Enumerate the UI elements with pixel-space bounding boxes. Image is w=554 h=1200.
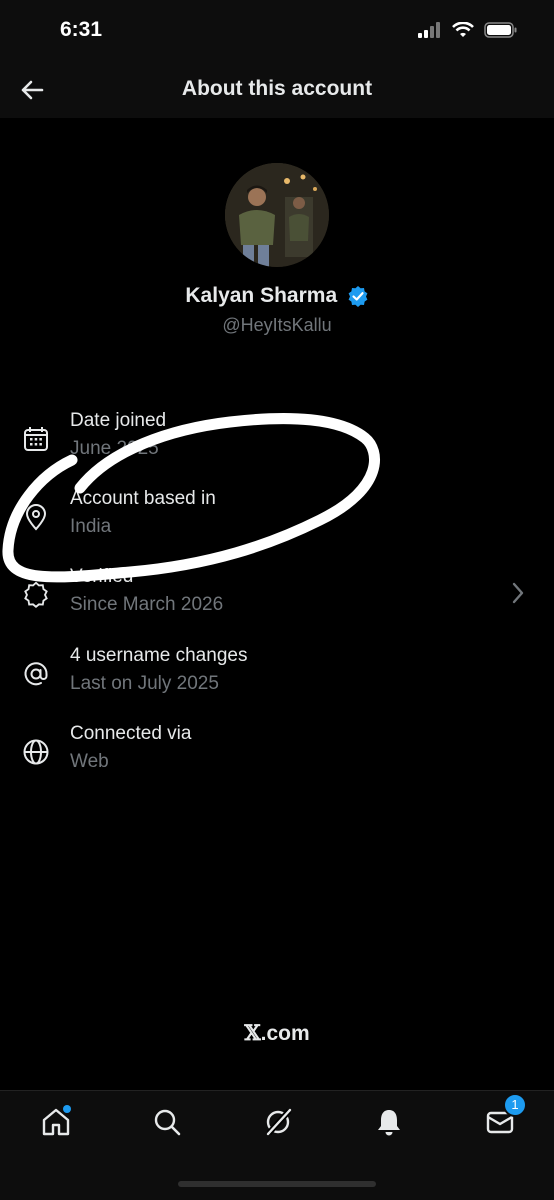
display-name: Kalyan Sharma xyxy=(185,284,338,307)
calendar-icon xyxy=(24,427,48,451)
wifi-icon xyxy=(452,22,474,37)
at-icon xyxy=(24,662,48,686)
status-time: 6:31 xyxy=(60,18,103,41)
chevron-right-icon xyxy=(512,582,524,604)
row-value: June 2025 xyxy=(70,438,159,459)
x-logo-suffix: .com xyxy=(260,1022,310,1045)
status-bar: 6:31 xyxy=(0,0,554,62)
home-indicator xyxy=(178,1181,376,1187)
grok-icon xyxy=(266,1108,292,1136)
row-username-changes: 4 username changes Last on July 2025 xyxy=(0,645,554,705)
row-label: 4 username changes xyxy=(70,645,248,666)
avatar-image xyxy=(225,163,329,267)
tab-home[interactable] xyxy=(41,1105,71,1137)
row-label: Account based in xyxy=(70,488,216,509)
row-value: Last on July 2025 xyxy=(70,673,219,694)
top-app-bar: About this account xyxy=(0,62,554,118)
messages-count-badge: 1 xyxy=(503,1093,527,1117)
globe-icon xyxy=(23,739,49,765)
row-value: India xyxy=(70,516,112,537)
verified-checkmark-icon xyxy=(348,286,367,307)
avatar xyxy=(225,163,329,267)
home-unread-dot xyxy=(63,1105,71,1113)
row-value: Web xyxy=(70,751,109,772)
row-value: Since March 2026 xyxy=(70,594,224,615)
battery-icon xyxy=(484,22,517,38)
x-dot-com-logo: 𝕏.com xyxy=(0,1020,554,1046)
bell-icon xyxy=(378,1110,400,1136)
row-label: Verified xyxy=(70,566,134,587)
x-logo-glyph: 𝕏 xyxy=(244,1020,261,1045)
tab-notifications[interactable] xyxy=(374,1107,404,1137)
system-icons xyxy=(418,22,518,38)
row-label: Connected via xyxy=(70,723,192,744)
row-verified[interactable]: Verified Since March 2026 xyxy=(0,566,554,626)
tab-grok[interactable] xyxy=(263,1107,293,1137)
verified-badge-icon xyxy=(24,581,48,608)
search-icon xyxy=(154,1109,181,1136)
profile-name-row: Kalyan Sharma xyxy=(0,284,554,308)
tab-search[interactable] xyxy=(152,1107,182,1137)
row-date-joined: Date joined June 2025 xyxy=(0,410,554,470)
row-account-based-in: Account based in India xyxy=(0,488,554,548)
tab-messages[interactable]: 1 xyxy=(485,1093,527,1137)
username-handle: @HeyItsKallu xyxy=(222,315,332,335)
location-pin-icon xyxy=(25,504,47,531)
row-label: Date joined xyxy=(70,410,167,431)
signal-icon xyxy=(418,22,440,38)
page-title: About this account xyxy=(181,77,373,100)
row-connected-via: Connected via Web xyxy=(0,723,554,783)
